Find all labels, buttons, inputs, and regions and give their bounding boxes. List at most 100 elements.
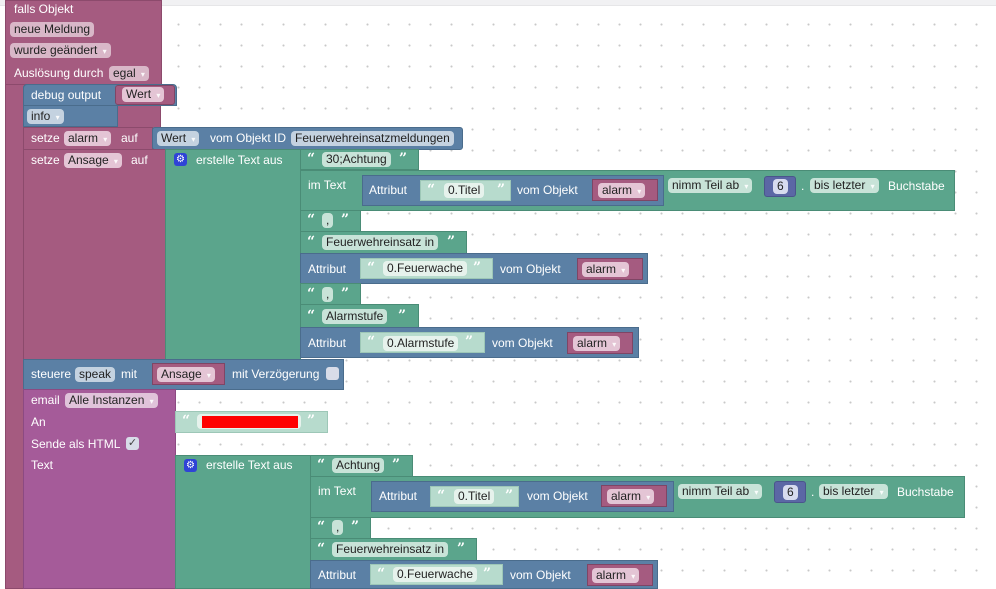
substring-end-dropdown[interactable]: bis letzter	[810, 178, 879, 193]
set-ansage-auf: auf	[131, 153, 148, 167]
send-html-label: Sende als HTML	[31, 437, 121, 451]
alarm-var-dropdown[interactable]: alarm	[582, 262, 630, 277]
open-quote: “	[307, 212, 316, 228]
ansage-var-dropdown[interactable]: Ansage	[157, 367, 215, 382]
open-quote: “	[307, 286, 316, 302]
text-field[interactable]: ,	[332, 520, 344, 535]
speak-target-field[interactable]: speak	[75, 367, 116, 382]
dot-label: .	[811, 485, 815, 499]
set-ansage-block[interactable]	[23, 149, 166, 360]
close-quote: ”	[465, 334, 474, 350]
set-alarm-auf: auf	[121, 131, 138, 145]
vom-objekt-label: vom Objekt	[500, 262, 561, 276]
join-text-block[interactable]	[175, 455, 311, 589]
close-quote: ”	[398, 308, 407, 324]
debug-value-dropdown[interactable]: Wert	[122, 87, 165, 102]
join-text-block[interactable]	[165, 149, 301, 360]
open-quote: “	[377, 566, 386, 582]
attribute-key-field[interactable]: 0.Feuerwache	[393, 567, 478, 582]
substring-mode-dropdown[interactable]: nimm Teil ab	[668, 178, 753, 193]
substring-mode-dropdown[interactable]: nimm Teil ab	[678, 484, 763, 499]
close-quote: ”	[505, 488, 514, 504]
open-quote: “	[367, 260, 376, 276]
trigger-dropdown[interactable]: egal	[109, 66, 149, 81]
close-quote: ”	[392, 457, 401, 473]
trigger-label: Auslösung durch	[14, 66, 104, 80]
email-to-label: An	[31, 415, 46, 429]
open-quote: “	[317, 457, 326, 473]
text-field[interactable]: Feuerwehreinsatz in	[332, 542, 449, 557]
vom-objekt-label: vom Objekt	[510, 568, 571, 582]
close-quote: ”	[483, 566, 492, 582]
close-quote: ”	[341, 212, 350, 228]
alarm-var-dropdown[interactable]: alarm	[598, 183, 646, 198]
open-quote: “	[182, 413, 191, 429]
vom-objekt-label: vom Objekt	[492, 336, 553, 350]
attribute-key-field[interactable]: 0.Feuerwache	[383, 261, 468, 276]
close-quote: ”	[473, 260, 482, 276]
close-quote: ”	[307, 413, 316, 429]
close-quote: ”	[341, 286, 350, 302]
close-quote: ”	[399, 151, 408, 167]
dot-label: .	[801, 179, 805, 193]
open-quote: “	[307, 234, 316, 250]
open-quote: “	[317, 541, 326, 557]
text-field[interactable]: ,	[322, 213, 334, 228]
open-quote: “	[307, 151, 316, 167]
vom-objekt-label: vom Objekt	[517, 183, 578, 197]
attribute-key-field[interactable]: 0.Titel	[454, 489, 495, 504]
substring-end-dropdown[interactable]: bis letzter	[819, 484, 888, 499]
set-alarm-var-dropdown[interactable]: alarm	[64, 131, 112, 146]
close-quote: ”	[351, 519, 360, 535]
set-alarm-setze: setze	[31, 131, 60, 145]
vom-objekt-label: vom Objekt	[527, 489, 588, 503]
email-label: email	[31, 393, 60, 407]
text-field[interactable]: Achtung	[332, 458, 385, 473]
debug-label: debug output	[31, 88, 102, 102]
buchstabe-label: Buchstabe	[888, 179, 945, 193]
steuere-label: steuere	[31, 367, 72, 381]
join-text-label: erstelle Text aus	[196, 153, 283, 167]
delay-checkbox[interactable]	[326, 367, 339, 380]
text-field[interactable]: Alarmstufe	[322, 309, 388, 324]
trigger-title: falls Objekt	[14, 2, 74, 16]
attribute-label: Attribut	[369, 183, 408, 197]
attribute-label: Attribut	[308, 262, 347, 276]
object-name-field[interactable]: neue Meldung	[10, 22, 95, 37]
debug-level-dropdown[interactable]: info	[27, 109, 64, 124]
alarm-var-dropdown[interactable]: alarm	[592, 568, 640, 583]
text-field[interactable]: ,	[322, 287, 334, 302]
attribute-label: Attribut	[318, 568, 357, 582]
gear-icon[interactable]: ⚙	[184, 459, 197, 472]
attribute-key-field[interactable]: 0.Alarmstufe	[383, 336, 459, 351]
close-quote: ”	[497, 182, 506, 198]
attribute-key-field[interactable]: 0.Titel	[444, 183, 485, 198]
text-field[interactable]: 30;Achtung	[322, 152, 391, 167]
buchstabe-label: Buchstabe	[897, 485, 954, 499]
close-quote: ”	[457, 541, 466, 557]
gear-icon[interactable]: ⚙	[174, 153, 187, 166]
send-html-checkbox[interactable]: ✓	[126, 437, 139, 450]
close-quote: ”	[447, 234, 456, 250]
attribute-label: Attribut	[379, 489, 418, 503]
set-ansage-setze: setze	[31, 153, 60, 167]
number-field[interactable]: 6	[783, 485, 798, 500]
object-id-field[interactable]: Feuerwehreinsatzmeldungen	[291, 131, 454, 146]
im-text-label: im Text	[318, 484, 356, 498]
set-ansage-var-dropdown[interactable]: Ansage	[64, 153, 122, 168]
value-type-dropdown[interactable]: Wert	[157, 131, 200, 146]
vom-objekt-id-label: vom Objekt ID	[210, 131, 287, 145]
open-quote: “	[367, 334, 376, 350]
attribute-label: Attribut	[308, 336, 347, 350]
open-quote: “	[307, 308, 316, 324]
alarm-var-dropdown[interactable]: alarm	[573, 336, 621, 351]
alarm-var-dropdown[interactable]: alarm	[607, 489, 655, 504]
number-field[interactable]: 6	[773, 179, 788, 194]
open-quote: “	[427, 182, 436, 198]
open-quote: “	[317, 519, 326, 535]
text-field[interactable]: Feuerwehreinsatz in	[322, 235, 439, 250]
email-block[interactable]	[23, 389, 176, 589]
condition-dropdown[interactable]: wurde geändert	[10, 43, 111, 58]
email-instance-dropdown[interactable]: Alle Instanzen	[65, 393, 158, 408]
delay-label: mit Verzögerung	[232, 367, 320, 381]
